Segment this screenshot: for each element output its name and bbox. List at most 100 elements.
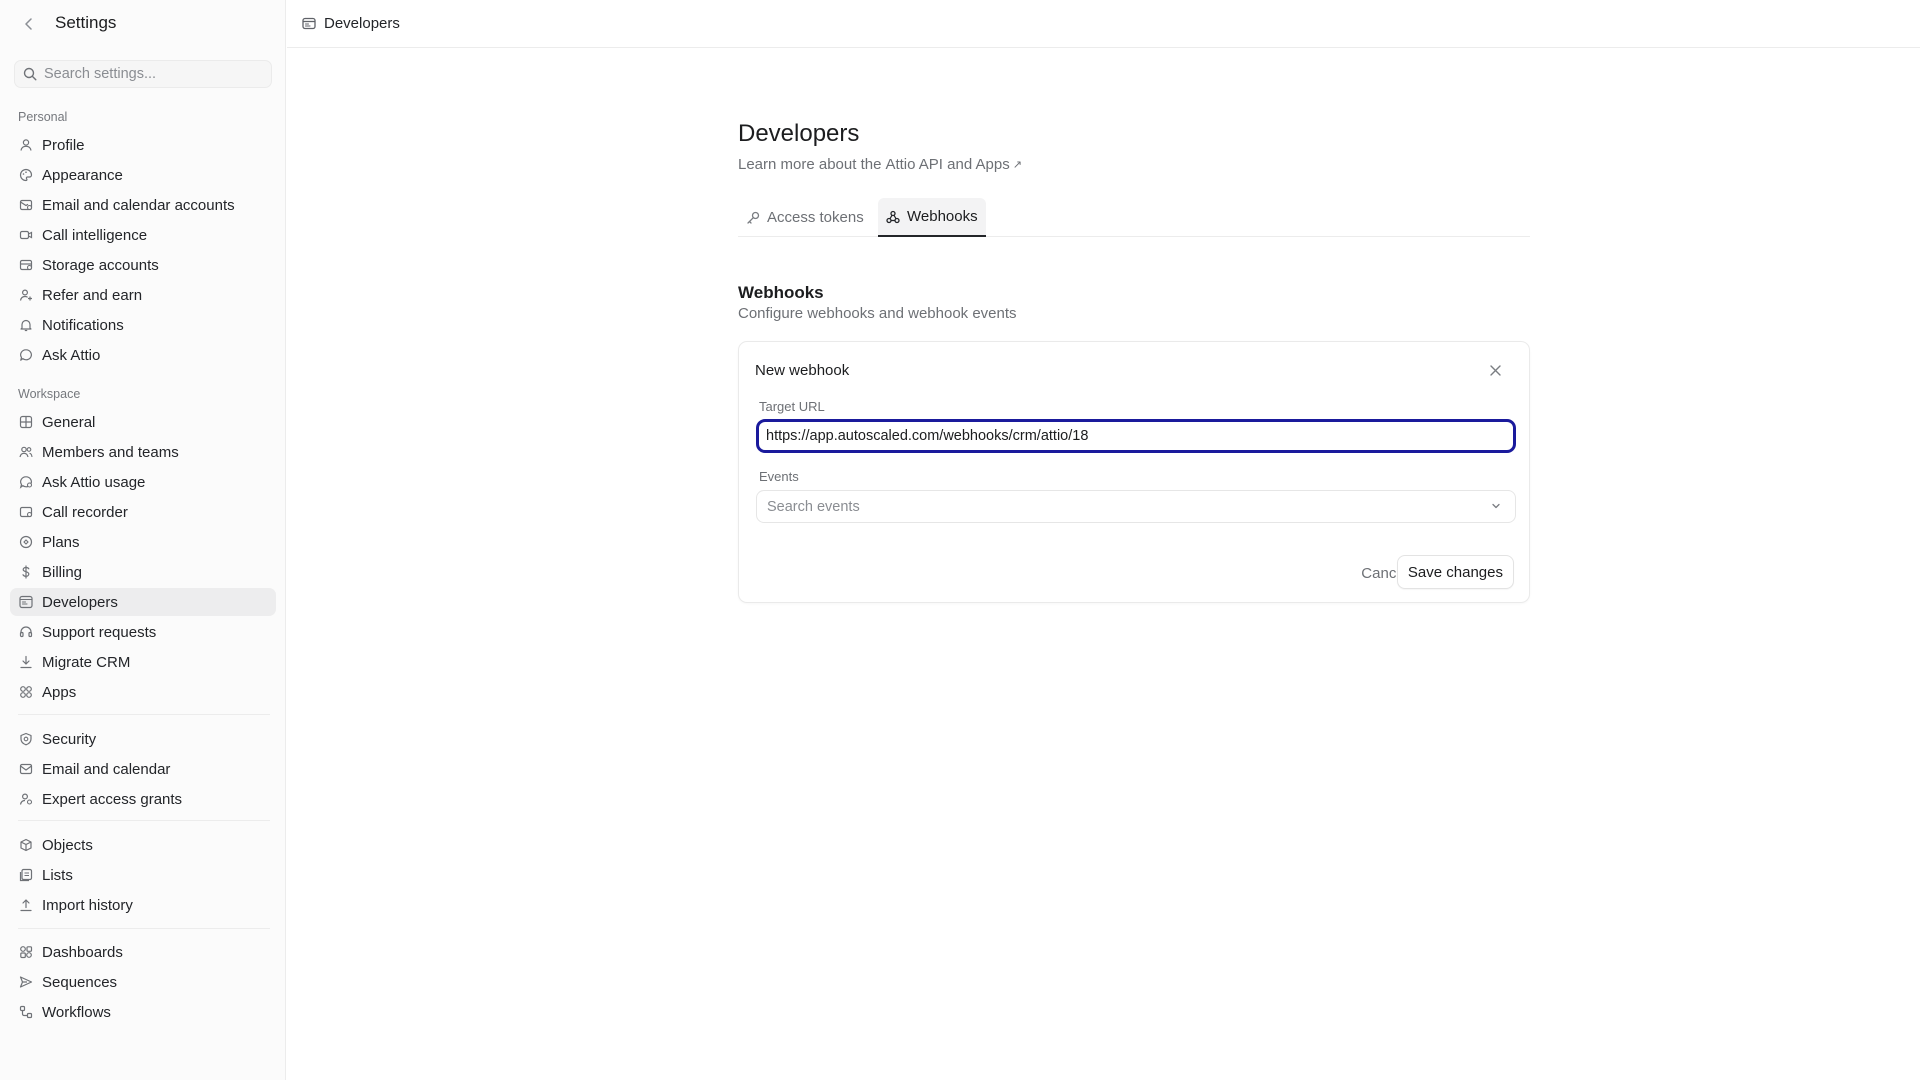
sidebar-item-label: Email and calendar <box>42 760 171 778</box>
user-icon <box>19 138 33 152</box>
sidebar-item-label: Members and teams <box>42 443 179 461</box>
sidebar-item-support-requests[interactable]: Support requests <box>10 618 276 646</box>
tab-webhooks[interactable]: Webhooks <box>878 198 986 237</box>
sidebar-item-label: Appearance <box>42 166 123 184</box>
sidebar-item-expert-access-grants[interactable]: Expert access grants <box>10 785 276 813</box>
cube-icon <box>19 838 33 852</box>
sidebar-item-storage-accounts[interactable]: Storage accounts <box>10 251 276 279</box>
user-plus-icon <box>19 288 33 302</box>
sidebar-item-label: Lists <box>42 866 73 884</box>
close-button[interactable] <box>1486 361 1504 379</box>
tab-access-tokens[interactable]: Access tokens <box>738 198 872 237</box>
key-icon <box>746 211 760 225</box>
page-title: Developers <box>738 120 860 147</box>
sidebar-item-call-intelligence[interactable]: Call intelligence <box>10 221 276 249</box>
sidebar-divider <box>18 820 270 821</box>
palette-icon <box>19 168 33 182</box>
send-icon <box>19 975 33 989</box>
sidebar-item-workflows[interactable]: Workflows <box>10 998 276 1026</box>
mail-calendar-icon <box>19 198 33 212</box>
sidebar-item-plans[interactable]: Plans <box>10 528 276 556</box>
chevron-left-icon <box>25 18 32 30</box>
sidebar-item-apps[interactable]: Apps <box>10 678 276 706</box>
sidebar-item-profile[interactable]: Profile <box>10 131 276 159</box>
sidebar-item-email-and-calendar-accounts[interactable]: Email and calendar accounts <box>10 191 276 219</box>
sidebar-item-label: Developers <box>42 593 118 611</box>
subtitle-text: Learn more about the <box>738 156 882 173</box>
events-select[interactable]: Search events <box>756 490 1516 523</box>
list-icon <box>19 868 33 882</box>
headset-icon <box>19 625 33 639</box>
sidebar-item-refer-and-earn[interactable]: Refer and earn <box>10 281 276 309</box>
sidebar-item-objects[interactable]: Objects <box>10 831 276 859</box>
external-link-icon: ↗ <box>1012 159 1022 171</box>
section-title: Webhooks <box>738 283 824 302</box>
sidebar-item-label: Migrate CRM <box>42 653 131 671</box>
sidebar-item-import-history[interactable]: Import history <box>10 891 276 919</box>
events-placeholder: Search events <box>767 498 860 515</box>
top-bar: Developers <box>287 0 1920 48</box>
sidebar-item-notifications[interactable]: Notifications <box>10 311 276 339</box>
sidebar-item-appearance[interactable]: Appearance <box>10 161 276 189</box>
user-key-icon <box>19 792 33 806</box>
sidebar-item-label: Billing <box>42 563 83 581</box>
sidebar-item-general[interactable]: General <box>10 408 276 436</box>
sidebar-item-developers[interactable]: Developers <box>10 588 276 616</box>
search-input[interactable] <box>44 66 264 82</box>
tab-bar: Access tokens Webhooks <box>738 198 1530 237</box>
sidebar-item-dashboards[interactable]: Dashboards <box>10 938 276 966</box>
storage-icon <box>19 258 33 272</box>
save-changes-button[interactable]: Save changes <box>1396 555 1514 589</box>
api-docs-link[interactable]: Attio API and Apps <box>885 156 1009 173</box>
sidebar-header: Settings <box>0 0 286 48</box>
sidebar-divider <box>18 928 270 929</box>
sidebar-item-label: Apps <box>42 683 77 701</box>
sidebar-item-label: Email and calendar accounts <box>42 196 235 214</box>
badge-icon <box>19 535 33 549</box>
sidebar-item-call-recorder[interactable]: Call recorder <box>10 498 276 526</box>
bell-icon <box>19 318 33 332</box>
group-label-workspace: Workspace <box>18 387 81 401</box>
sidebar-item-label: Storage accounts <box>42 256 159 274</box>
sidebar-item-label: Call recorder <box>42 503 128 521</box>
sidebar-item-security[interactable]: Security <box>10 725 276 753</box>
sidebar-item-label: Refer and earn <box>42 286 143 304</box>
sidebar-title: Settings <box>55 13 117 32</box>
settings-search[interactable] <box>14 60 272 88</box>
sidebar-item-migrate-crm[interactable]: Migrate CRM <box>10 648 276 676</box>
sidebar-item-label: Sequences <box>42 973 118 991</box>
back-button[interactable] <box>18 12 40 36</box>
apps-icon <box>19 685 33 699</box>
sidebar-item-label: Plans <box>42 533 80 551</box>
sidebar-item-lists[interactable]: Lists <box>10 861 276 889</box>
group-label-personal: Personal <box>18 110 68 124</box>
sidebar-item-label: Profile <box>42 136 85 154</box>
dashboard-icon <box>19 945 33 959</box>
events-label: Events <box>759 469 799 484</box>
sidebar-item-members-and-teams[interactable]: Members and teams <box>10 438 276 466</box>
chat-gauge-icon <box>19 475 33 489</box>
upload-icon <box>19 898 33 912</box>
browser-icon <box>19 595 33 609</box>
sidebar-item-ask-attio-usage[interactable]: Ask Attio usage <box>10 468 276 496</box>
target-url-input[interactable] <box>756 419 1516 453</box>
sidebar-item-label: Import history <box>42 896 133 914</box>
sidebar-item-sequences[interactable]: Sequences <box>10 968 276 996</box>
card-title: New webhook <box>755 362 850 379</box>
video-icon <box>19 228 33 242</box>
sidebar-item-label: General <box>42 413 96 431</box>
sidebar-item-email-and-calendar[interactable]: Email and calendar <box>10 755 276 783</box>
browser-icon <box>302 17 316 30</box>
sidebar-item-label: Call intelligence <box>42 226 148 244</box>
envelope-icon <box>19 762 33 776</box>
target-url-label: Target URL <box>759 399 825 414</box>
sidebar-item-label: Ask Attio <box>42 346 101 364</box>
sidebar-item-label: Workflows <box>42 1003 111 1021</box>
users-icon <box>19 445 33 459</box>
breadcrumb: Developers <box>324 15 400 32</box>
chat-icon <box>19 348 33 362</box>
search-icon <box>23 67 37 81</box>
sidebar-item-ask-attio[interactable]: Ask Attio <box>10 341 276 369</box>
sidebar-item-label: Objects <box>42 836 93 854</box>
sidebar-item-billing[interactable]: Billing <box>10 558 276 586</box>
